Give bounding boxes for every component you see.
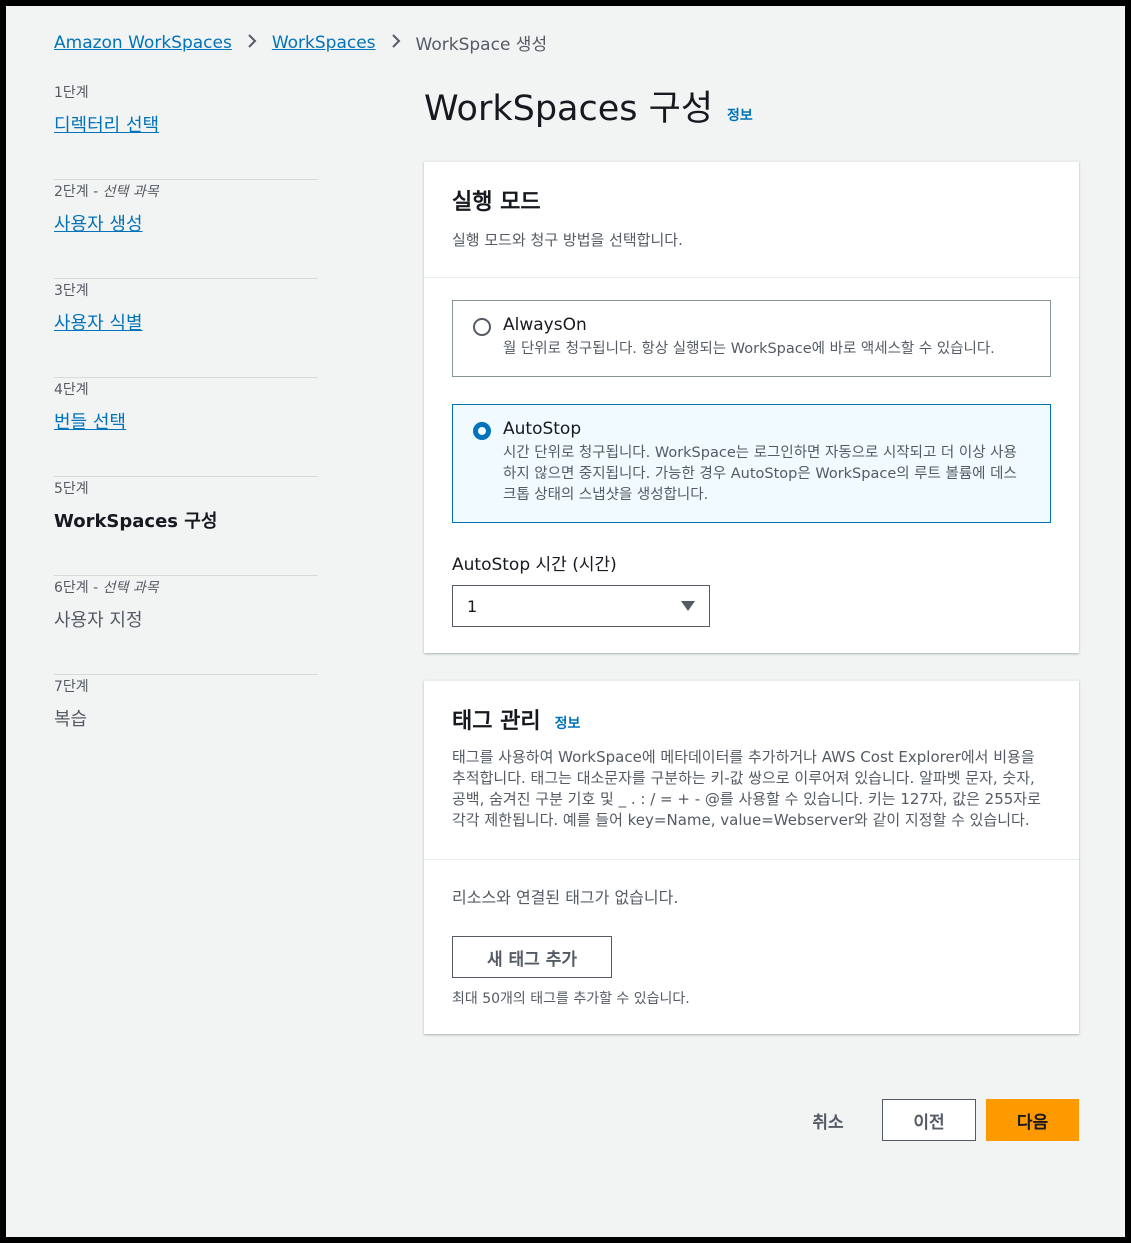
caret-down-icon (681, 601, 695, 611)
step-number: 7단계 (54, 679, 89, 695)
chevron-right-icon (390, 33, 402, 53)
step-current-configure: WorkSpaces 구성 (54, 511, 218, 532)
step-2: 2단계 - 선택 과목 사용자 생성 (54, 181, 318, 279)
step-link-bundle[interactable]: 번들 선택 (54, 408, 126, 434)
step-link-identify-users[interactable]: 사용자 식별 (54, 309, 143, 335)
tags-limit-note: 최대 50개의 태그를 추가할 수 있습니다. (452, 991, 690, 1007)
step-link-directory[interactable]: 디렉터리 선택 (54, 111, 159, 137)
breadcrumb-current: WorkSpace 생성 (415, 35, 548, 55)
autostop-hours-label: AutoStop 시간 (시간) (452, 555, 617, 575)
breadcrumb-workspaces[interactable]: WorkSpaces (272, 33, 376, 53)
step-review: 복습 (54, 709, 88, 730)
tags-panel: 태그 관리 정보 태그를 사용하여 WorkSpace에 메타데이터를 추가하거… (424, 680, 1079, 1034)
wizard-actions: 취소 이전 다음 (788, 1099, 1079, 1141)
radio-tile-alwayson[interactable]: AlwaysOn 월 단위로 청구됩니다. 항상 실행되는 WorkSpace에… (452, 300, 1051, 377)
running-mode-panel: 실행 모드 실행 모드와 청구 방법을 선택합니다. AlwaysOn 월 단위… (424, 161, 1079, 653)
step-3: 3단계 사용자 식별 (54, 280, 318, 378)
panel-header: 실행 모드 실행 모드와 청구 방법을 선택합니다. (424, 162, 1079, 278)
panel-body: 리소스와 연결된 태그가 없습니다. 새 태그 추가 최대 50개의 태그를 추… (424, 860, 1079, 1034)
add-tag-button[interactable]: 새 태그 추가 (452, 936, 612, 978)
radio-description: 월 단위로 청구됩니다. 항상 실행되는 WorkSpace에 바로 액세스할 … (503, 341, 995, 357)
step-6: 6단계 - 선택 과목 사용자 지정 (54, 577, 318, 675)
info-link[interactable]: 정보 (727, 105, 753, 125)
panel-header: 태그 관리 정보 태그를 사용하여 WorkSpace에 메타데이터를 추가하거… (424, 681, 1079, 860)
radio-description: 시간 단위로 청구됩니다. WorkSpace는 로그인하면 자동으로 시작되고… (503, 445, 1017, 503)
breadcrumb-amazon-workspaces[interactable]: Amazon WorkSpaces (54, 33, 232, 53)
info-link[interactable]: 정보 (555, 713, 581, 733)
page-title: WorkSpaces 구성 정보 (424, 89, 753, 129)
step-number: 3단계 (54, 283, 89, 299)
tags-description: 태그를 사용하여 WorkSpace에 메타데이터를 추가하거나 AWS Cos… (452, 748, 1041, 829)
step-7: 7단계 복습 (54, 676, 318, 774)
wizard-steps: 1단계 디렉터리 선택 2단계 - 선택 과목 사용자 생성 3단계 사용자 식… (54, 82, 318, 775)
radio-button-alwayson[interactable] (473, 318, 491, 336)
running-mode-description: 실행 모드와 청구 방법을 선택합니다. (452, 231, 683, 249)
step-number: 2단계 - 선택 과목 (54, 184, 159, 200)
panel-body: AlwaysOn 월 단위로 청구됩니다. 항상 실행되는 WorkSpace에… (424, 278, 1079, 653)
radio-tile-autostop[interactable]: AutoStop 시간 단위로 청구됩니다. WorkSpace는 로그인하면 … (452, 404, 1051, 523)
radio-button-autostop[interactable] (473, 422, 491, 440)
chevron-right-icon (246, 33, 258, 53)
step-number: 1단계 (54, 85, 89, 101)
running-mode-title: 실행 모드 (452, 190, 541, 215)
step-5: 5단계 WorkSpaces 구성 (54, 478, 318, 576)
step-link-create-users[interactable]: 사용자 생성 (54, 210, 143, 236)
select-value: 1 (467, 596, 478, 616)
autostop-hours-select[interactable]: 1 (452, 585, 710, 627)
step-number: 6단계 - 선택 과목 (54, 580, 159, 596)
previous-button[interactable]: 이전 (882, 1099, 976, 1141)
page-frame: Amazon WorkSpaces WorkSpaces WorkSpace 생… (6, 6, 1125, 1237)
radio-label: AlwaysOn (503, 315, 587, 335)
step-1: 1단계 디렉터리 선택 (54, 82, 318, 180)
next-button[interactable]: 다음 (986, 1099, 1079, 1141)
breadcrumb: Amazon WorkSpaces WorkSpaces WorkSpace 생… (54, 30, 548, 56)
no-tags-message: 리소스와 연결된 태그가 없습니다. (452, 888, 679, 907)
radio-label: AutoStop (503, 419, 582, 439)
tags-title: 태그 관리 정보 (452, 709, 581, 734)
step-customize: 사용자 지정 (54, 610, 143, 631)
cancel-button[interactable]: 취소 (788, 1099, 868, 1141)
step-number: 5단계 (54, 481, 89, 497)
step-number: 4단계 (54, 382, 89, 398)
main-content: WorkSpaces 구성 정보 실행 모드 실행 모드와 청구 방법을 선택합… (424, 80, 1079, 1034)
step-4: 4단계 번들 선택 (54, 379, 318, 477)
